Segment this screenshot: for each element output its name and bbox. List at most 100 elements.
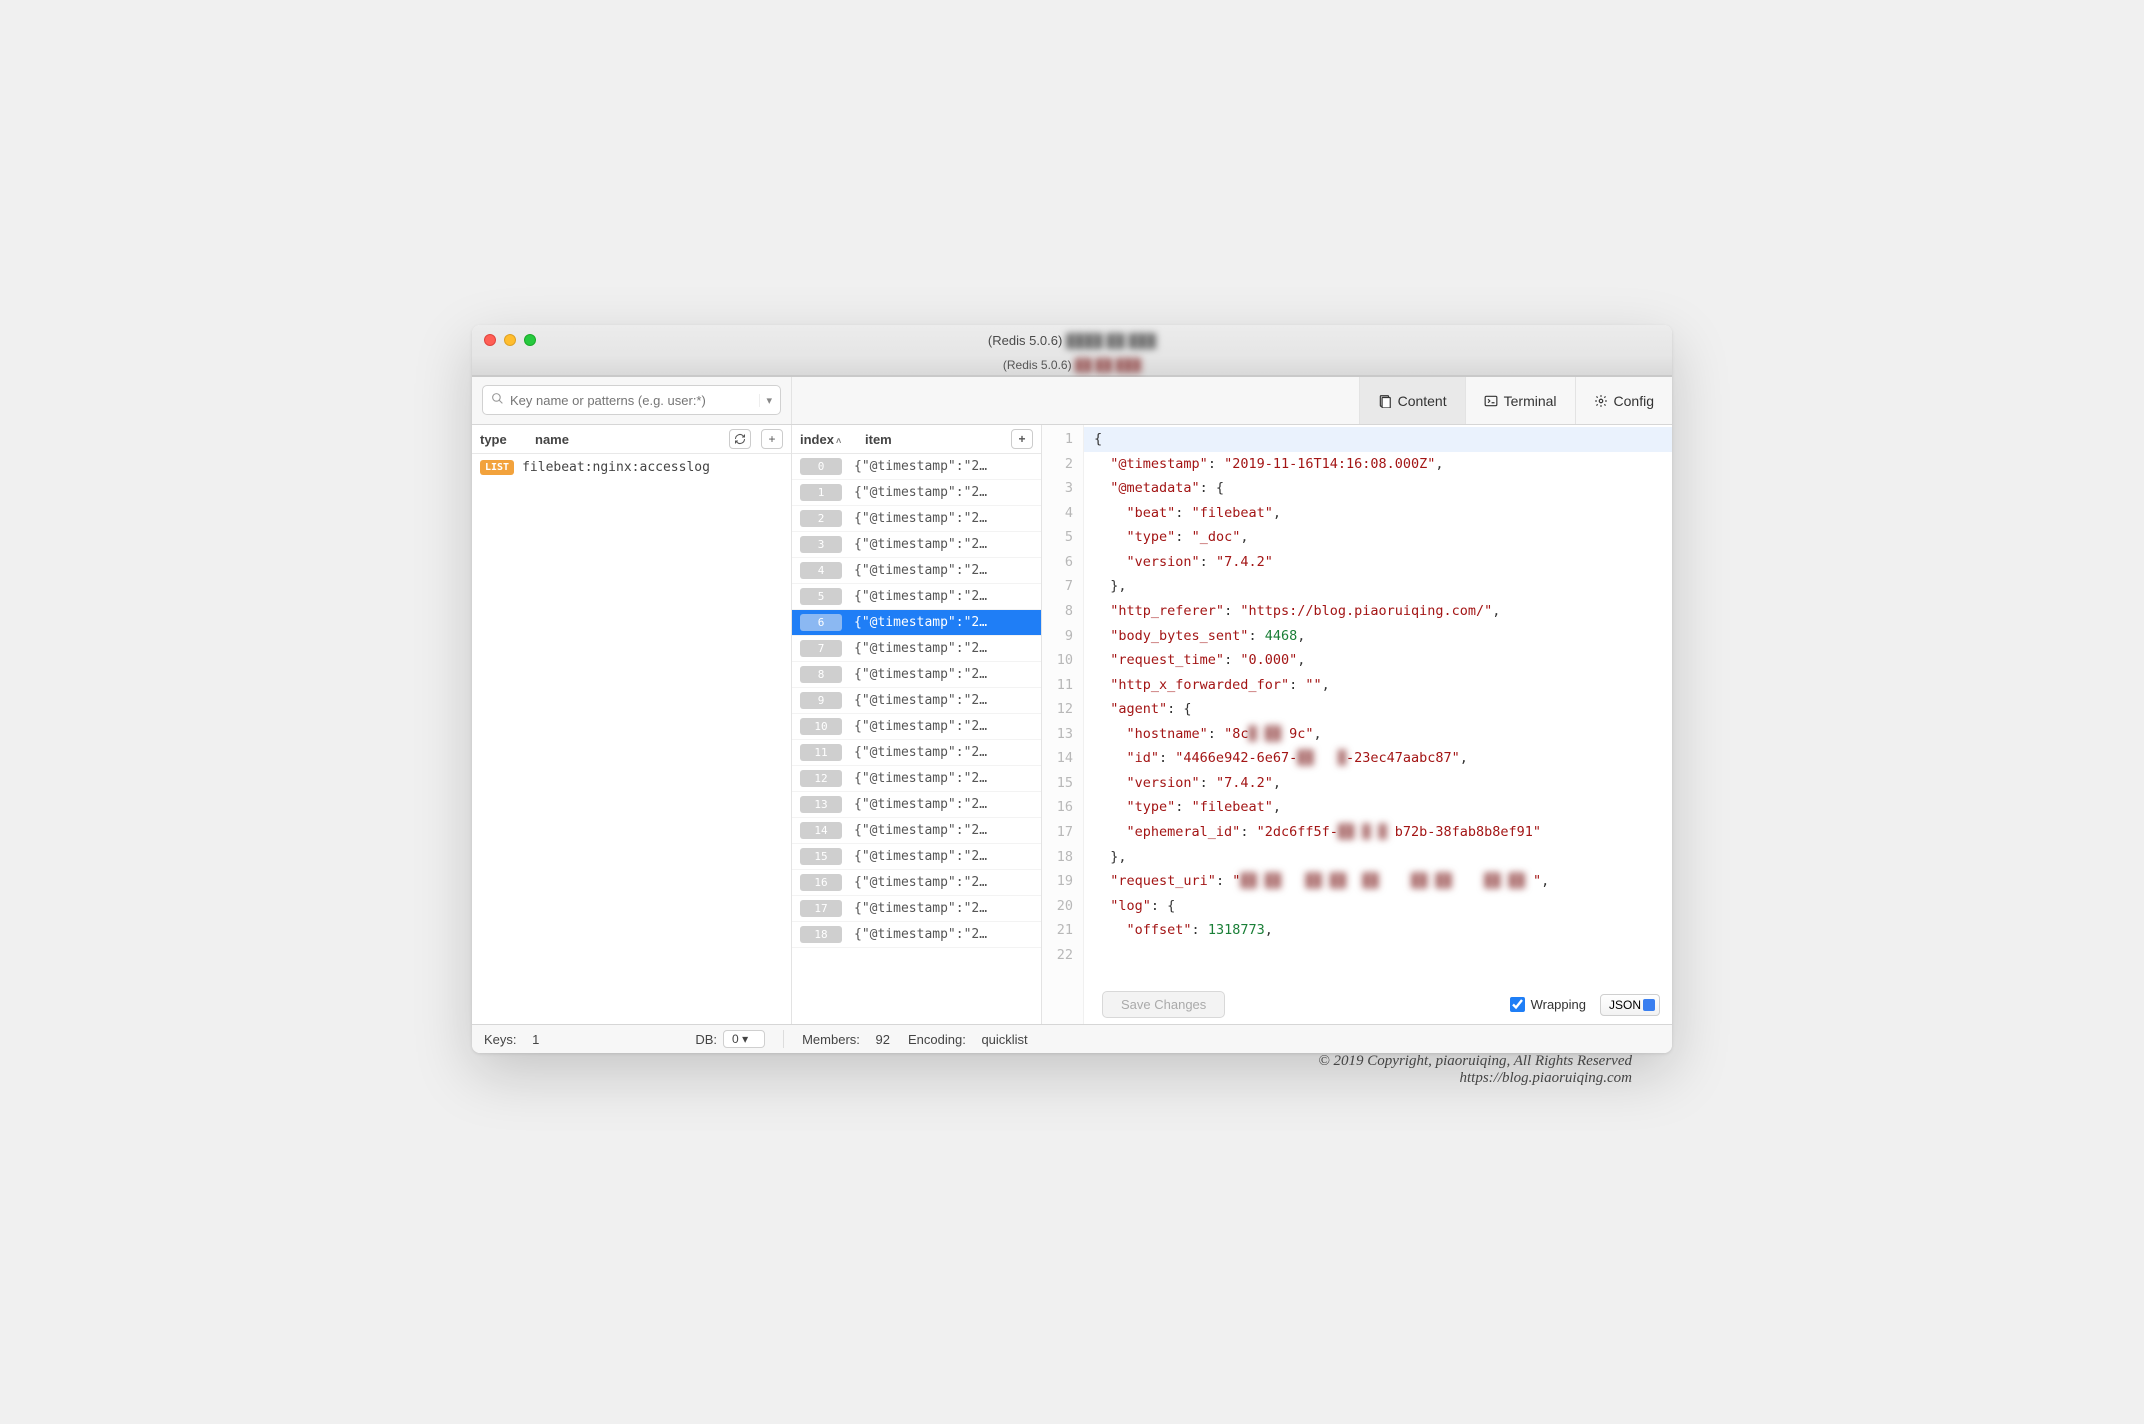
search-icon xyxy=(491,392,504,408)
col-type-header: type xyxy=(480,432,525,447)
list-item[interactable]: 10 {"@timestamp":"2… xyxy=(792,714,1041,740)
item-index: 10 xyxy=(800,718,842,735)
search-input[interactable] xyxy=(510,393,753,408)
list-item[interactable]: 13 {"@timestamp":"2… xyxy=(792,792,1041,818)
col-item-header[interactable]: item xyxy=(865,432,1011,447)
item-index: 15 xyxy=(800,848,842,865)
list-item[interactable]: 15 {"@timestamp":"2… xyxy=(792,844,1041,870)
item-index: 1 xyxy=(800,484,842,501)
item-preview: {"@timestamp":"2… xyxy=(854,901,987,916)
key-name: filebeat:nginx:accesslog xyxy=(522,460,710,475)
type-badge: LIST xyxy=(480,460,514,475)
sort-asc-icon: ˄ xyxy=(836,436,841,446)
keys-header: type name + xyxy=(472,425,791,454)
item-index: 11 xyxy=(800,744,842,761)
item-index: 13 xyxy=(800,796,842,813)
app-window: (Redis 5.0.6) ████ ██ ███ (Redis 5.0.6) … xyxy=(472,325,1672,1053)
item-preview: {"@timestamp":"2… xyxy=(854,589,987,604)
item-index: 7 xyxy=(800,640,842,657)
items-list: 0{"@timestamp":"2… 1 {"@timestamp":"2… 2 {"@… xyxy=(792,454,1041,1024)
wrapping-toggle[interactable]: Wrapping xyxy=(1510,997,1586,1012)
status-encoding: Encoding: quicklist xyxy=(908,1032,1028,1047)
main-split: type name + LIST filebeat:nginx:accesslog… xyxy=(472,425,1672,1025)
item-preview: {"@timestamp":"2… xyxy=(854,693,987,708)
item-preview: {"@timestamp":"2… xyxy=(854,849,987,864)
line-gutter: 12345678910111213141516171819202122 xyxy=(1042,425,1084,1024)
item-preview: {"@timestamp":"2… xyxy=(854,511,987,526)
item-preview: {"@timestamp":"2… xyxy=(854,927,987,942)
list-item[interactable]: 11 {"@timestamp":"2… xyxy=(792,740,1041,766)
item-preview: {"@timestamp":"2… xyxy=(854,823,987,838)
item-preview: {"@timestamp":"2… xyxy=(854,797,987,812)
tab-label: Content xyxy=(1398,393,1447,409)
format-value: JSON xyxy=(1609,998,1641,1012)
json-editor[interactable]: 12345678910111213141516171819202122 { "@… xyxy=(1042,425,1672,1024)
close-window-button[interactable] xyxy=(484,334,496,346)
list-item[interactable]: 1 {"@timestamp":"2… xyxy=(792,480,1041,506)
status-db: DB: 0 ▾ xyxy=(695,1030,765,1048)
item-preview: {"@timestamp":"2… xyxy=(854,485,987,500)
item-index: 12 xyxy=(800,770,842,787)
list-item[interactable]: 4 {"@timestamp":"2… xyxy=(792,558,1041,584)
col-index-header[interactable]: index˄ xyxy=(800,432,865,447)
wrapping-checkbox[interactable] xyxy=(1510,997,1525,1012)
item-preview: {"@timestamp":"2… xyxy=(854,719,987,734)
item-preview: {"@timestamp":"2… xyxy=(854,615,987,630)
list-item[interactable]: 17{"@timestamp":"2… xyxy=(792,896,1041,922)
items-pane: index˄ item + 0{"@timestamp":"2… 1 {"@time… xyxy=(792,425,1042,1024)
list-item[interactable]: 6 {"@timestamp":"2… xyxy=(792,610,1041,636)
item-index: 4 xyxy=(800,562,842,579)
add-key-button[interactable]: + xyxy=(761,429,783,449)
list-item[interactable]: 5 {"@timestamp":"2… xyxy=(792,584,1041,610)
list-item[interactable]: 18{"@timestamp":"2… xyxy=(792,922,1041,948)
tab-content[interactable]: Content xyxy=(1359,377,1465,424)
list-item[interactable]: 12{"@timestamp":"2… xyxy=(792,766,1041,792)
refresh-keys-button[interactable] xyxy=(729,429,751,449)
tab-terminal[interactable]: Terminal xyxy=(1465,377,1575,424)
key-search[interactable]: ▾ xyxy=(482,385,781,415)
status-keys: Keys: 1 xyxy=(484,1032,539,1047)
list-item[interactable]: 16 {"@timestamp":"2… xyxy=(792,870,1041,896)
item-index: 6 xyxy=(800,614,842,631)
tab-config[interactable]: Config xyxy=(1575,377,1672,424)
watermark: © 2019 Copyright, piaoruiqing, All Right… xyxy=(472,1051,1672,1099)
item-index: 16 xyxy=(800,874,842,891)
list-item[interactable]: 0{"@timestamp":"2… xyxy=(792,454,1041,480)
add-item-button[interactable]: + xyxy=(1011,429,1033,449)
item-index: 5 xyxy=(800,588,842,605)
titlebar: (Redis 5.0.6) ████ ██ ███ (Redis 5.0.6) … xyxy=(472,325,1672,377)
chevron-down-icon[interactable]: ▾ xyxy=(759,394,772,407)
item-preview: {"@timestamp":"2… xyxy=(854,641,987,656)
item-preview: {"@timestamp":"2… xyxy=(854,875,987,890)
item-index: 8 xyxy=(800,666,842,683)
col-name-header: name xyxy=(535,432,719,447)
content-icon xyxy=(1378,394,1392,408)
item-preview: {"@timestamp":"2… xyxy=(854,745,987,760)
key-row[interactable]: LIST filebeat:nginx:accesslog xyxy=(472,454,791,481)
list-item[interactable]: 2 {"@timestamp":"2… xyxy=(792,506,1041,532)
list-item[interactable]: 14 {"@timestamp":"2… xyxy=(792,818,1041,844)
format-select[interactable]: JSON xyxy=(1600,994,1660,1016)
item-index: 9 xyxy=(800,692,842,709)
code-content[interactable]: { "@timestamp": "2019-11-16T14:16:08.000… xyxy=(1084,425,1672,1024)
item-preview: {"@timestamp":"2… xyxy=(854,563,987,578)
list-item[interactable]: 7 {"@timestamp":"2… xyxy=(792,636,1041,662)
list-item[interactable]: 3{"@timestamp":"2… xyxy=(792,532,1041,558)
save-changes-button[interactable]: Save Changes xyxy=(1102,991,1225,1018)
toolbar: ▾ Content Terminal Config xyxy=(472,377,1672,425)
item-preview: {"@timestamp":"2… xyxy=(854,537,987,552)
window-title: (Redis 5.0.6) ████ ██ ███ xyxy=(482,333,1662,348)
item-index: 2 xyxy=(800,510,842,527)
keys-pane: type name + LIST filebeat:nginx:accesslog xyxy=(472,425,792,1024)
item-index: 14 xyxy=(800,822,842,839)
wrapping-label: Wrapping xyxy=(1531,997,1586,1012)
db-select[interactable]: 0 ▾ xyxy=(723,1030,765,1048)
gear-icon xyxy=(1594,394,1608,408)
editor-pane: 12345678910111213141516171819202122 { "@… xyxy=(1042,425,1672,1024)
list-item[interactable]: 9 {"@timestamp":"2… xyxy=(792,688,1041,714)
keys-list: LIST filebeat:nginx:accesslog xyxy=(472,454,791,1024)
minimize-window-button[interactable] xyxy=(504,334,516,346)
list-item[interactable]: 8{"@timestamp":"2… xyxy=(792,662,1041,688)
zoom-window-button[interactable] xyxy=(524,334,536,346)
tab-label: Config xyxy=(1614,393,1654,409)
